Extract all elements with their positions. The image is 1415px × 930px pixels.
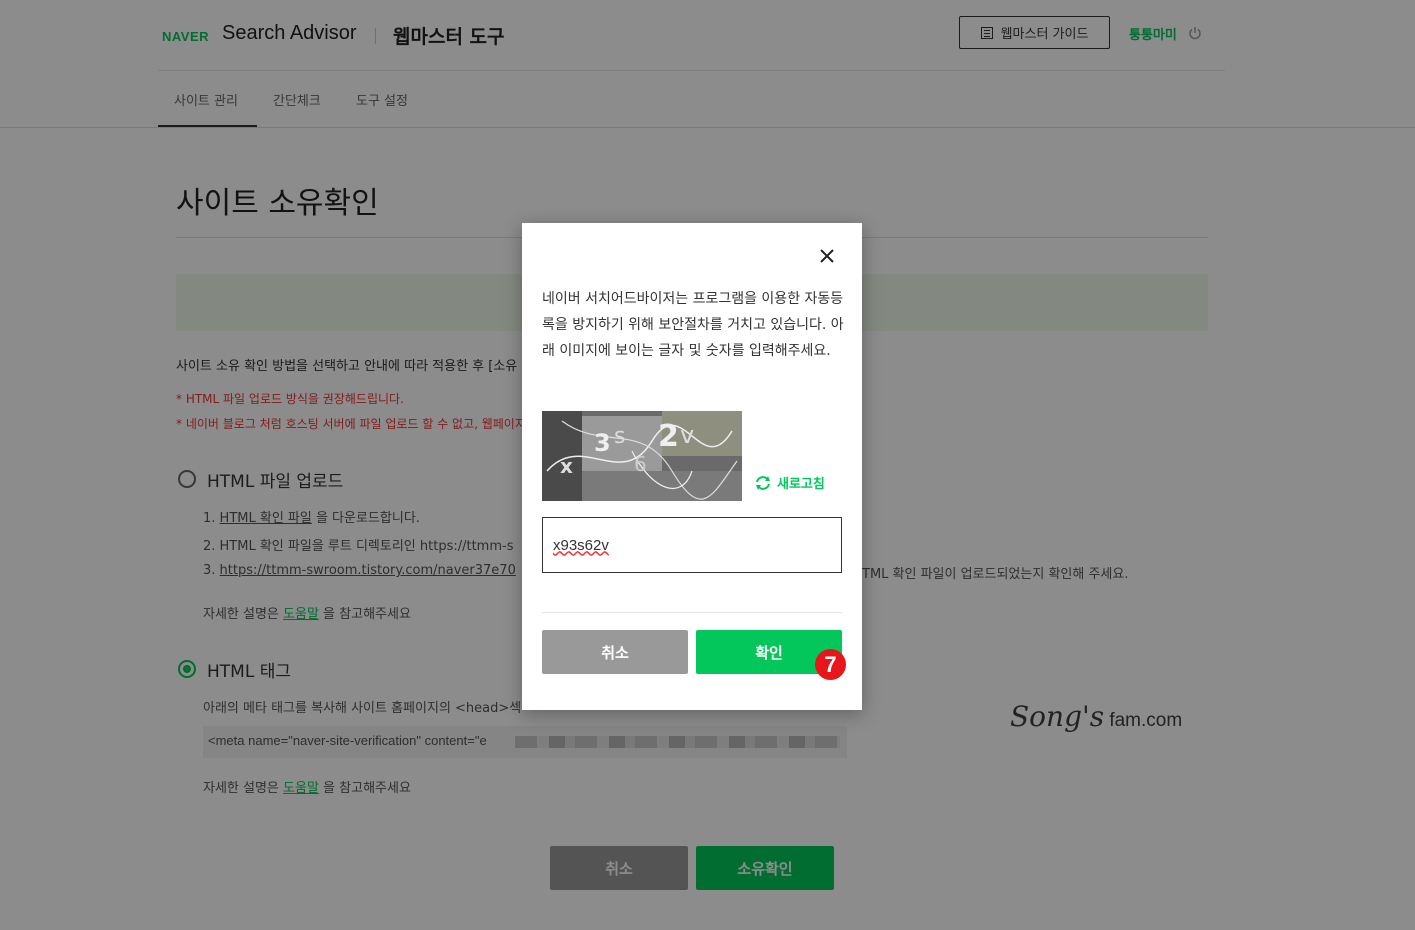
svg-text:6: 6 <box>634 452 647 476</box>
dialog-cancel-button[interactable]: 취소 <box>542 630 688 674</box>
close-icon[interactable] <box>818 247 836 265</box>
svg-text:s: s <box>614 424 625 449</box>
svg-text:v: v <box>680 421 694 449</box>
svg-text:2: 2 <box>658 419 679 454</box>
dialog-divider <box>542 612 842 613</box>
watermark-text: fam.com <box>1104 710 1183 731</box>
captcha-input-value: x93s62v <box>553 536 609 554</box>
captcha-image: x 3 s 6 2 v <box>542 411 742 501</box>
watermark-script: Song's <box>1010 700 1105 733</box>
refresh-icon <box>756 475 770 490</box>
svg-text:3: 3 <box>594 429 611 457</box>
captcha-input[interactable]: x93s62v <box>542 517 842 573</box>
svg-text:x: x <box>560 454 573 478</box>
captcha-refresh-button[interactable]: 새로고침 <box>754 473 825 492</box>
captcha-dialog: 네이버 서치어드바이저는 프로그램을 이용한 자동등록을 방지하기 위해 보안절… <box>522 223 862 710</box>
watermark: Song's fam.com <box>1010 700 1182 733</box>
dialog-message: 네이버 서치어드바이저는 프로그램을 이용한 자동등록을 방지하기 위해 보안절… <box>542 291 844 359</box>
step-number-badge: 7 <box>815 649 846 680</box>
refresh-label: 새로고침 <box>777 477 825 492</box>
